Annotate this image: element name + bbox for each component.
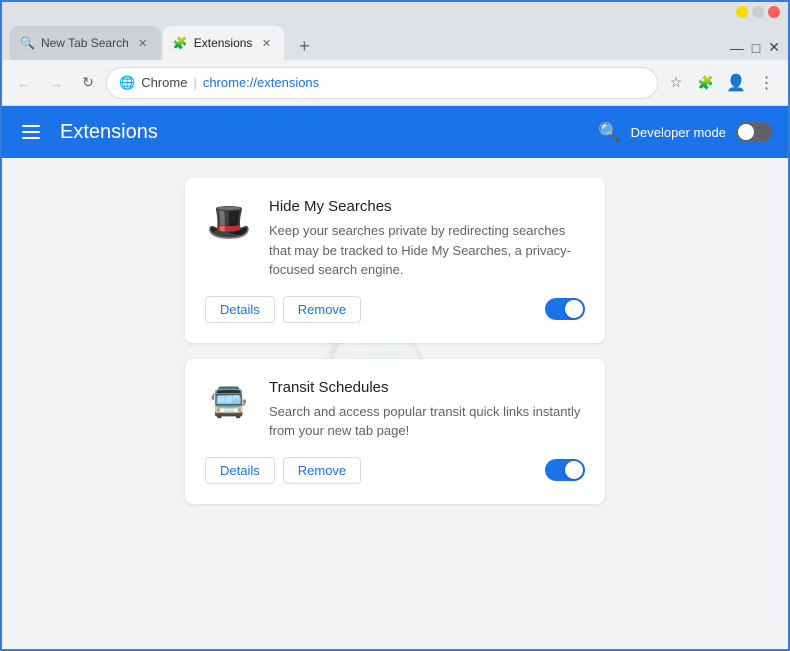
globe-icon: 🌐 <box>119 75 135 91</box>
toggle-knob <box>738 124 754 140</box>
ext-desc-1: Keep your searches private by redirectin… <box>269 221 585 280</box>
hamburger-line-2 <box>22 131 40 133</box>
hamburger-line-1 <box>22 125 40 127</box>
ext-remove-button-2[interactable]: Remove <box>283 457 361 484</box>
extensions-page-title: Extensions <box>60 121 158 144</box>
tab-extensions-icon: 🧩 <box>173 36 188 50</box>
ext-toggle-1[interactable] <box>545 298 585 320</box>
dev-mode-toggle[interactable] <box>736 122 772 142</box>
browser-window: 🔍 New Tab Search ✕ 🧩 Extensions ✕ + — □ … <box>0 0 790 651</box>
ext-card-footer-1: Details Remove <box>205 296 585 323</box>
ext-card-header-1: 🎩 Hide My Searches Keep your searches pr… <box>205 198 585 280</box>
tab-new-tab-search-close[interactable]: ✕ <box>135 35 151 51</box>
close-button[interactable] <box>768 6 780 18</box>
tab-extensions-close[interactable]: ✕ <box>258 35 274 51</box>
hamburger-menu[interactable] <box>18 121 44 143</box>
window-minimize-button[interactable]: — <box>730 40 744 56</box>
ext-card-footer-2: Details Remove <box>205 457 585 484</box>
ext-info-2: Transit Schedules Search and access popu… <box>269 379 585 441</box>
bookmark-button[interactable]: ☆ <box>662 69 690 97</box>
nav-right: ☆ 🧩 👤 ⋮ <box>662 69 780 97</box>
tab-new-tab-search-title: New Tab Search <box>41 36 129 50</box>
extensions-header-right: 🔍 Developer mode <box>598 122 772 143</box>
new-tab-button[interactable]: + <box>290 32 318 60</box>
dev-mode-label: Developer mode <box>631 125 726 140</box>
ext-details-button-1[interactable]: Details <box>205 296 275 323</box>
extension-card-transit-schedules: 🚍 Transit Schedules Search and access po… <box>185 359 605 504</box>
tab-extensions-title: Extensions <box>194 36 253 50</box>
ext-card-header-2: 🚍 Transit Schedules Search and access po… <box>205 379 585 441</box>
address-site: Chrome <box>141 75 187 90</box>
tab-new-tab-search[interactable]: 🔍 New Tab Search ✕ <box>10 26 161 60</box>
search-icon[interactable]: 🔍 <box>598 122 620 143</box>
forward-button[interactable]: → <box>42 69 70 97</box>
extension-card-hide-my-searches: 🎩 Hide My Searches Keep your searches pr… <box>185 178 605 343</box>
nav-bar: ← → ↻ 🌐 Chrome | chrome://extensions ☆ 🧩… <box>2 60 788 106</box>
ext-info-1: Hide My Searches Keep your searches priv… <box>269 198 585 280</box>
tab-bar: 🔍 New Tab Search ✕ 🧩 Extensions ✕ + — □ … <box>2 18 788 60</box>
ext-details-button-2[interactable]: Details <box>205 457 275 484</box>
tab-search-icon: 🔍 <box>20 36 35 50</box>
window-close-button[interactable]: ✕ <box>768 39 780 56</box>
ext-name-1: Hide My Searches <box>269 198 585 215</box>
ext-remove-button-1[interactable]: Remove <box>283 296 361 323</box>
maximize-button[interactable] <box>752 6 764 18</box>
window-maximize-button[interactable]: □ <box>752 40 760 56</box>
ext-desc-2: Search and access popular transit quick … <box>269 402 585 441</box>
address-bar[interactable]: 🌐 Chrome | chrome://extensions <box>106 67 658 99</box>
profile-button[interactable]: 👤 <box>722 69 750 97</box>
back-button[interactable]: ← <box>10 69 38 97</box>
ext-icon-transit-schedules: 🚍 <box>205 379 253 427</box>
address-url: chrome://extensions <box>203 75 319 90</box>
reload-button[interactable]: ↻ <box>74 69 102 97</box>
ext-toggle-2[interactable] <box>545 459 585 481</box>
tab-extensions[interactable]: 🧩 Extensions ✕ <box>163 26 285 60</box>
ext-icon-hide-my-searches: 🎩 <box>205 198 253 246</box>
ext-toggle-knob-2 <box>565 461 583 479</box>
hamburger-line-3 <box>22 137 40 139</box>
main-content: 🔍 RISEOM 🎩 Hide My Searches Keep your se… <box>2 158 788 649</box>
extensions-header: Extensions 🔍 Developer mode <box>2 106 788 158</box>
menu-button[interactable]: ⋮ <box>752 69 780 97</box>
address-separator: | <box>193 75 196 90</box>
ext-toggle-knob-1 <box>565 300 583 318</box>
minimize-button[interactable] <box>736 6 748 18</box>
extensions-button[interactable]: 🧩 <box>692 69 720 97</box>
ext-name-2: Transit Schedules <box>269 379 585 396</box>
